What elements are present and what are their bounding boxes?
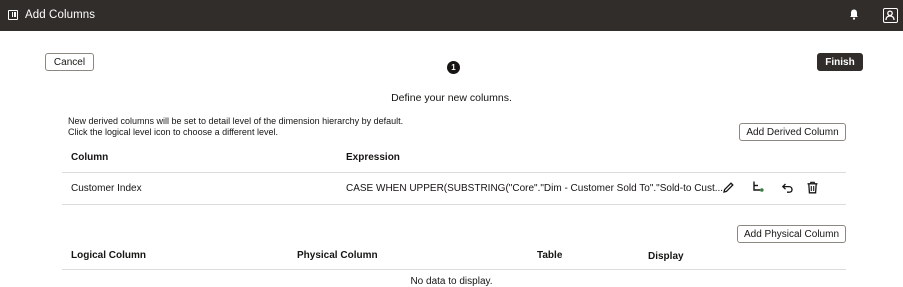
note-line-1: New derived columns will be set to detai…: [68, 116, 404, 126]
edit-pencil-icon[interactable]: [721, 180, 735, 194]
empty-state-text: No data to display.: [410, 276, 493, 287]
title-bar: Add Columns: [0, 0, 903, 31]
logical-level-icon[interactable]: [751, 180, 765, 194]
display-header: Display: [648, 251, 684, 262]
note-line-2: Click the logical level icon to choose a…: [68, 126, 278, 137]
dialog-title: Add Columns: [25, 9, 96, 21]
derived-columns-note: New derived columns will be set to detai…: [68, 116, 403, 137]
row-column-name: Customer Index: [71, 183, 142, 194]
row-expression: CASE WHEN UPPER(SUBSTRING("Core"."Dim - …: [346, 183, 724, 194]
add-derived-column-button[interactable]: Add Derived Column: [739, 123, 846, 141]
table-header: Table: [537, 250, 563, 261]
cancel-button[interactable]: Cancel: [45, 53, 94, 71]
finish-button[interactable]: Finish: [817, 53, 863, 71]
delete-trash-icon[interactable]: [805, 180, 819, 194]
add-physical-column-button[interactable]: Add Physical Column: [737, 225, 846, 243]
user-profile-icon[interactable]: [883, 8, 898, 23]
wizard-heading: Define your new columns.: [391, 92, 512, 104]
expression-header: Expression: [346, 152, 400, 163]
step-indicator: 1: [447, 61, 460, 74]
logical-column-header: Logical Column: [71, 250, 146, 261]
physical-header-divider: [62, 269, 846, 270]
bell-icon[interactable]: [849, 9, 859, 20]
column-header: Column: [71, 152, 109, 163]
physical-column-header: Physical Column: [297, 250, 378, 261]
row-divider: [62, 204, 846, 205]
header-divider: [62, 172, 846, 173]
undo-icon[interactable]: [780, 180, 794, 194]
panel-toggle-icon[interactable]: [8, 10, 18, 20]
